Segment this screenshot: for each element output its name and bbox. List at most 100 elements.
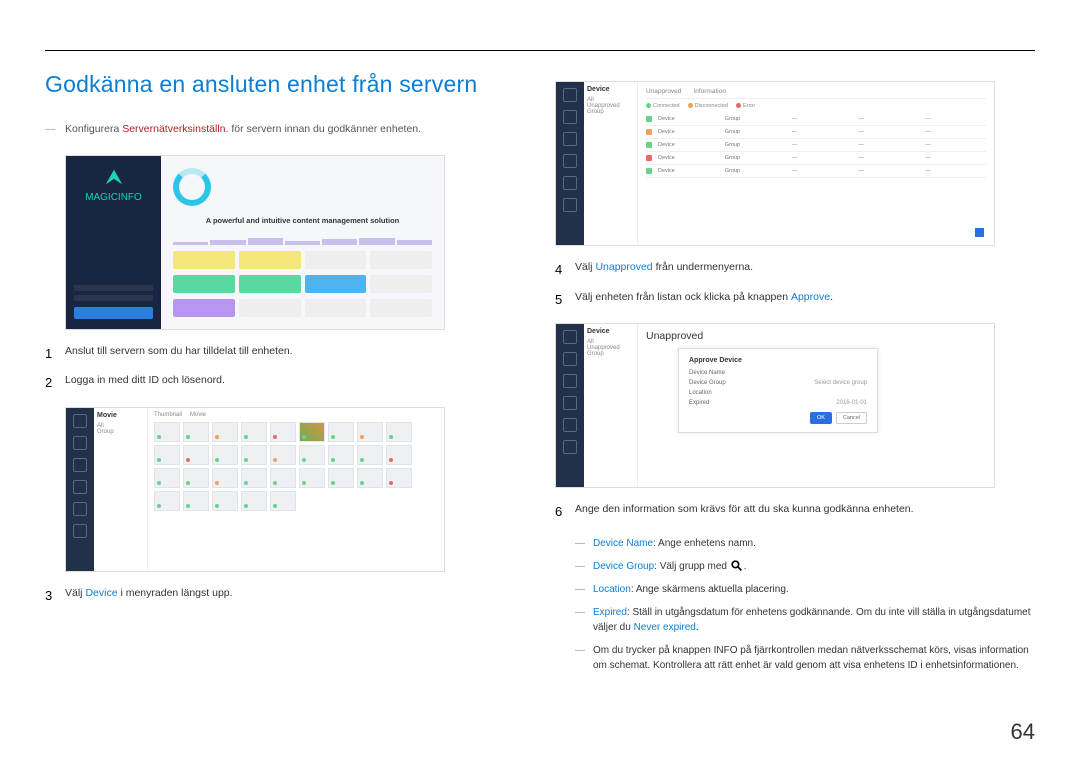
thumb-item[interactable] (270, 422, 296, 442)
dialog-title: Approve Device (689, 357, 867, 364)
nav-icon[interactable] (73, 524, 87, 538)
thumb-item[interactable] (328, 468, 354, 488)
thumb-item[interactable] (212, 468, 238, 488)
tagline: A powerful and intuitive content managem… (173, 216, 432, 225)
step-2: 2 Logga in med ditt ID och lösenord. (45, 373, 505, 393)
step-text: Välj Unapproved från undermenyerna. (575, 260, 1035, 280)
nav-icon[interactable] (563, 374, 577, 388)
thumb-item[interactable] (154, 491, 180, 511)
status-legend: Connected Disconnected Error (646, 103, 986, 109)
dialog-field: Location (689, 390, 867, 396)
step-num: 4 (555, 260, 575, 280)
thumb-item[interactable] (386, 468, 412, 488)
step-1: 1 Anslut till servern som du har tilldel… (45, 344, 505, 364)
step-3: 3 Välj Device i menyraden längst upp. (45, 586, 505, 606)
app-logo: MAGICINFO (74, 166, 153, 203)
thumb-item[interactable] (212, 422, 238, 442)
nav-icon[interactable] (563, 132, 577, 146)
thumb-item[interactable] (299, 445, 325, 465)
dialog-field: Device Name (689, 370, 867, 376)
column-left: Godkänna en ansluten enhet från servern … (45, 71, 505, 681)
nav-icon[interactable] (563, 352, 577, 366)
thumb-item[interactable] (357, 468, 383, 488)
step-num: 1 (45, 344, 65, 364)
thumb-item[interactable] (270, 445, 296, 465)
screenshot-device-list: Device All Unapproved Group UnapprovedIn… (555, 81, 995, 246)
table-row[interactable]: DeviceGroup——— (646, 139, 986, 152)
thumb-item[interactable] (183, 468, 209, 488)
nav-icon[interactable] (563, 418, 577, 432)
thumb-item[interactable] (299, 422, 325, 442)
nav-rail (556, 82, 584, 245)
dialog-field: Device GroupSelect device group (689, 380, 867, 386)
nav-icon[interactable] (73, 458, 87, 472)
thumb-item[interactable] (241, 422, 267, 442)
thumb-item[interactable] (212, 445, 238, 465)
thumb-item[interactable] (241, 491, 267, 511)
thumb-item[interactable] (241, 445, 267, 465)
signin-button[interactable] (74, 307, 153, 319)
table-row[interactable]: DeviceGroup——— (646, 165, 986, 178)
thumb-item[interactable] (386, 422, 412, 442)
nav-icon[interactable] (563, 176, 577, 190)
side-tree: Movie All Group (94, 408, 148, 571)
step-text: Ange den information som krävs för att d… (575, 502, 1035, 522)
login-main: A powerful and intuitive content managem… (161, 156, 444, 329)
nav-icon[interactable] (73, 414, 87, 428)
step-4: 4 Välj Unapproved från undermenyerna. (555, 260, 1035, 280)
thumb-item[interactable] (386, 445, 412, 465)
thumb-item[interactable] (154, 445, 180, 465)
side-tree: Device All Unapproved Group (584, 324, 638, 487)
thumb-item[interactable] (357, 445, 383, 465)
screenshot-login: MAGICINFO A powerful and intuitive conte… (65, 155, 445, 330)
nav-icon[interactable] (73, 436, 87, 450)
page-number: 64 (1011, 719, 1035, 745)
side-tree: Device All Unapproved Group (584, 82, 638, 245)
thumb-item[interactable] (299, 468, 325, 488)
nav-icon[interactable] (563, 198, 577, 212)
thumb-item[interactable] (154, 468, 180, 488)
nav-icon[interactable] (73, 502, 87, 516)
nav-icon[interactable] (563, 154, 577, 168)
intro-after: för servern innan du godkänner enheten. (228, 123, 421, 135)
page-title: Godkänna en ansluten enhet från servern (45, 71, 505, 98)
thumb-item[interactable] (154, 422, 180, 442)
sub-item: Location: Ange skärmens aktuella placeri… (575, 582, 1035, 597)
sub-item: Device Name: Ange enhetens namn. (575, 536, 1035, 551)
screenshot-content-grid: Movie All Group ThumbnailMovie (65, 407, 445, 572)
step-6-sublist: Device Name: Ange enhetens namn. Device … (575, 536, 1035, 673)
thumb-item[interactable] (183, 491, 209, 511)
thumb-item[interactable] (270, 468, 296, 488)
step-text: Välj Device i menyraden längst upp. (65, 586, 505, 606)
grid-body: ThumbnailMovie (148, 408, 444, 571)
approve-body: Unapproved Approve Device Device Name De… (638, 324, 994, 487)
thumb-item[interactable] (328, 445, 354, 465)
nav-rail (556, 324, 584, 487)
step-num: 2 (45, 373, 65, 393)
thumb-item[interactable] (183, 422, 209, 442)
ok-button[interactable]: OK (810, 412, 832, 424)
step-num: 6 (555, 502, 575, 522)
cancel-button[interactable]: Cancel (836, 412, 867, 424)
nav-icon[interactable] (563, 330, 577, 344)
table-row[interactable]: DeviceGroup——— (646, 113, 986, 126)
step-num: 5 (555, 290, 575, 310)
nav-icon[interactable] (73, 480, 87, 494)
nav-icon[interactable] (563, 440, 577, 454)
dialog-field: Expired2016-01-01 (689, 400, 867, 406)
nav-icon[interactable] (563, 396, 577, 410)
thumbnail-grid (154, 422, 438, 511)
thumb-item[interactable] (183, 445, 209, 465)
device-body: UnapprovedInformation Connected Disconne… (638, 82, 994, 245)
table-row[interactable]: DeviceGroup——— (646, 152, 986, 165)
bar-chart (173, 237, 432, 245)
thumb-item[interactable] (357, 422, 383, 442)
thumb-item[interactable] (212, 491, 238, 511)
nav-icon[interactable] (563, 88, 577, 102)
thumb-item[interactable] (270, 491, 296, 511)
thumb-item[interactable] (241, 468, 267, 488)
sub-item: Device Group: Välj grupp med . (575, 559, 1035, 574)
nav-icon[interactable] (563, 110, 577, 124)
thumb-item[interactable] (328, 422, 354, 442)
table-row[interactable]: DeviceGroup——— (646, 126, 986, 139)
